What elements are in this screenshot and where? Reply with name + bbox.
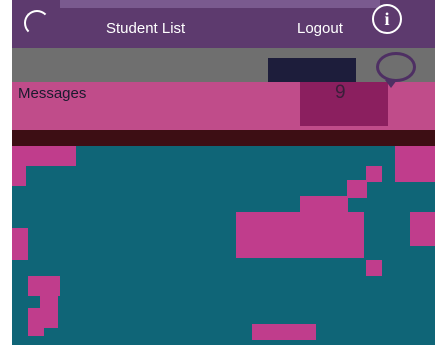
content-block: [300, 196, 348, 212]
content-block: [28, 308, 44, 336]
content-block: [236, 246, 364, 258]
logout-link[interactable]: Logout: [297, 20, 343, 37]
content-block: [410, 212, 435, 246]
info-glyph: i: [384, 8, 390, 29]
messages-label: Messages: [18, 85, 87, 102]
section-divider: [12, 130, 435, 146]
student-list-link[interactable]: Student List: [106, 20, 185, 37]
content-block: [252, 324, 316, 340]
content-block: [236, 212, 364, 246]
content-block: [366, 260, 382, 276]
content-block: [12, 160, 26, 186]
content-block: [12, 228, 28, 260]
back-icon[interactable]: [24, 10, 50, 36]
content-block: [366, 166, 382, 182]
chat-bubble-icon[interactable]: [376, 52, 416, 88]
info-icon[interactable]: i: [372, 4, 402, 34]
content-block: [395, 146, 435, 182]
content-block: [347, 180, 367, 198]
nav-bar-top-strip: [60, 0, 380, 8]
messages-count-badge: 9: [335, 82, 346, 103]
